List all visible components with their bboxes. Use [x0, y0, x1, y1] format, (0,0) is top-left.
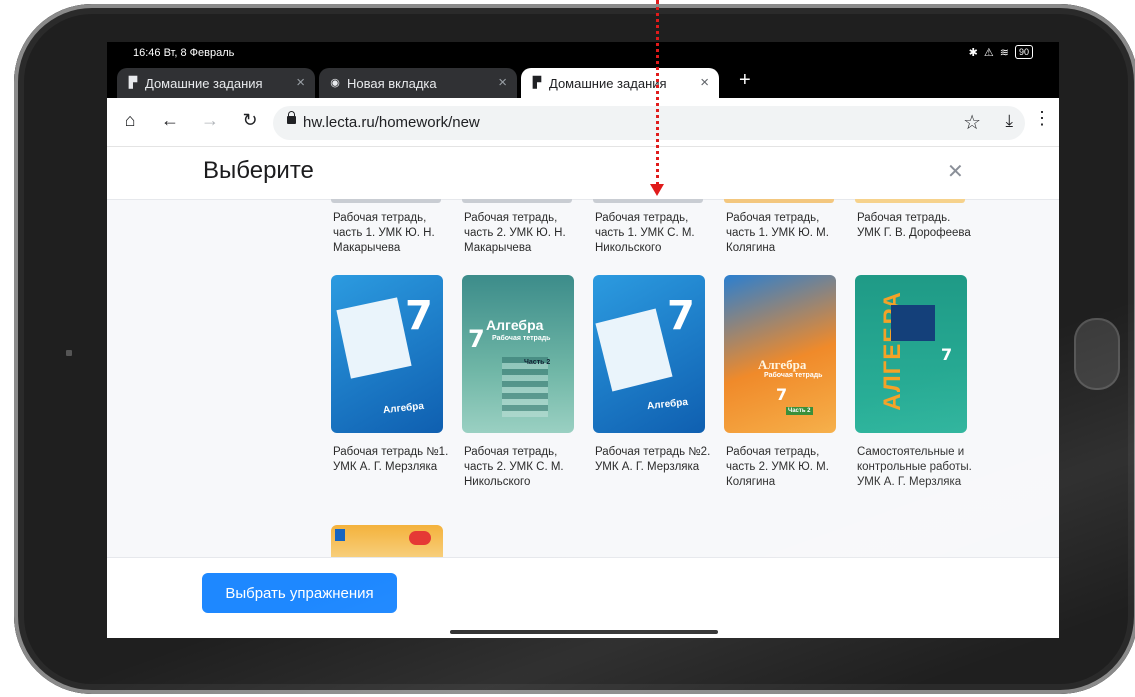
notebook-illustration [595, 308, 673, 392]
status-bar: 16:46 Вт, 8 Февраль ✱ ⚠ ≋ 90 [107, 42, 1059, 64]
tablet-side-button [1074, 318, 1120, 390]
status-icons: ✱ ⚠ ≋ 90 [969, 45, 1033, 59]
wifi-icon: ≋ [999, 46, 1009, 59]
modal-title: Выберите [203, 157, 314, 184]
book-cover[interactable]: 7 Алгебра [331, 275, 443, 433]
book-caption[interactable]: Рабочая тетрадь, часть 1. УМК С. М. Нико… [595, 211, 711, 256]
pixel-pattern [502, 357, 548, 417]
tab-homework-1[interactable]: ▛ Домашние задания × [117, 68, 315, 98]
book-caption[interactable]: Рабочая тетрадь, часть 2. УМК С. М. Нико… [464, 445, 580, 490]
part-label: Часть 2 [524, 359, 551, 366]
book-cover[interactable] [331, 525, 443, 557]
grade-number: 7 [405, 293, 433, 339]
book-cover[interactable]: 7 Алгебра [593, 275, 705, 433]
bluetooth-icon: ✱ [968, 46, 978, 59]
close-icon[interactable]: × [296, 74, 305, 91]
close-icon[interactable]: × [498, 74, 507, 91]
lecta-favicon-icon: ▛ [128, 77, 138, 89]
tab-label: Домашние задания [549, 76, 667, 91]
book-cover-peek [855, 199, 965, 203]
book-caption[interactable]: Рабочая тетрадь №2. УМК А. Г. Мерзляка [595, 445, 711, 475]
status-time: 16:46 Вт, 8 Февраль [133, 47, 235, 59]
reload-icon[interactable]: ↻ [239, 110, 261, 131]
annotation-arrow-line [656, 0, 659, 186]
back-arrow-icon[interactable]: ← [159, 110, 181, 131]
publisher-logo-icon [335, 529, 345, 541]
new-tab-plus-icon[interactable]: + [739, 69, 751, 92]
graph-illustration [891, 305, 935, 341]
modal-footer: Выбрать упражнения [107, 557, 1059, 638]
tab-homework-active[interactable]: ▛ Домашние задания × [521, 68, 719, 98]
subject-title: Алгебра [382, 400, 425, 417]
home-icon[interactable]: ⌂ [119, 110, 141, 131]
tab-new-tab[interactable]: ◉ Новая вкладка × [319, 68, 517, 98]
book-caption[interactable]: Рабочая тетрадь. УМК Г. В. Дорофеева [857, 211, 973, 241]
tab-strip: ▛ Домашние задания × ◉ Новая вкладка × ▛… [107, 64, 1059, 98]
battery-indicator: 90 [1014, 45, 1033, 59]
close-icon[interactable]: ✕ [947, 159, 964, 184]
bookmark-star-icon[interactable]: ☆ [963, 110, 981, 135]
modal-header: Выберите ✕ [107, 147, 1059, 200]
book-cover-peek [593, 199, 703, 203]
grade-number: 7 [941, 345, 953, 364]
book-caption[interactable]: Рабочая тетрадь, часть 2. УМК Ю. М. Коля… [726, 445, 842, 490]
home-indicator [450, 630, 718, 634]
tablet-sensor [66, 350, 72, 356]
menu-dots-icon[interactable]: ⋮ [1033, 108, 1051, 129]
part-label: Часть 2 [786, 407, 813, 415]
address-bar[interactable]: hw.lecta.ru/homework/new ☆ ⤓ [273, 106, 1025, 140]
book-caption[interactable]: Рабочая тетрадь, часть 1. УМК Ю. Н. Мака… [333, 211, 449, 256]
notebook-illustration [336, 297, 412, 379]
chrome-favicon-icon: ◉ [330, 77, 340, 89]
select-exercises-button[interactable]: Выбрать упражнения [202, 573, 397, 613]
subject-title: Алгебра [486, 317, 544, 333]
grade-number: 7 [468, 325, 485, 353]
lecta-favicon-icon: ▛ [532, 77, 542, 89]
tab-label: Новая вкладка [347, 76, 437, 91]
book-cover[interactable]: АЛГЕБРА 7 [855, 275, 967, 433]
lock-icon [287, 111, 296, 124]
subject-title: Алгебра [646, 396, 689, 413]
url-text[interactable]: hw.lecta.ru/homework/new [303, 114, 480, 131]
book-grid: Рабочая тетрадь, часть 1. УМК Ю. Н. Мака… [107, 199, 1059, 557]
tablet-screen: 16:46 Вт, 8 Февраль ✱ ⚠ ≋ 90 ▛ Домашние … [107, 42, 1059, 638]
browser-toolbar: ⌂ ← → ↻ hw.lecta.ru/homework/new ☆ ⤓ ⋮ [107, 98, 1059, 147]
cover-subtitle: Рабочая тетрадь [492, 335, 551, 342]
book-caption[interactable]: Рабочая тетрадь №1. УМК А. Г. Мерзляка [333, 445, 449, 475]
grade-number: 7 [776, 385, 788, 404]
subject-title: Алгебра [758, 357, 807, 372]
book-caption[interactable]: Рабочая тетрадь, часть 2. УМК Ю. Н. Мака… [464, 211, 580, 256]
cover-subtitle: Рабочая тетрадь [764, 372, 823, 379]
book-cover-peek [462, 199, 572, 203]
mute-icon: ⚠ [983, 46, 994, 59]
book-cover[interactable]: Алгебра Рабочая тетрадь 7 Часть 2 [724, 275, 836, 433]
book-caption[interactable]: Рабочая тетрадь, часть 1. УМК Ю. М. Коля… [726, 211, 842, 256]
book-cover[interactable]: Алгебра 7 Рабочая тетрадь Часть 2 [462, 275, 574, 433]
forward-arrow-icon[interactable]: → [199, 110, 221, 131]
book-cover-peek [331, 199, 441, 203]
book-caption[interactable]: Самостоятельные и контрольные работы. УМ… [857, 445, 973, 490]
badge-logo-icon [409, 531, 431, 545]
book-cover-peek [724, 199, 834, 203]
page-content: Выберите ✕ Рабочая тетрадь, часть 1. УМК… [107, 147, 1059, 638]
download-icon[interactable]: ⤓ [1005, 111, 1013, 131]
grade-number: 7 [667, 293, 695, 339]
tab-label: Домашние задания [145, 76, 263, 91]
annotation-arrow-head [650, 184, 664, 196]
close-icon[interactable]: × [700, 74, 709, 91]
